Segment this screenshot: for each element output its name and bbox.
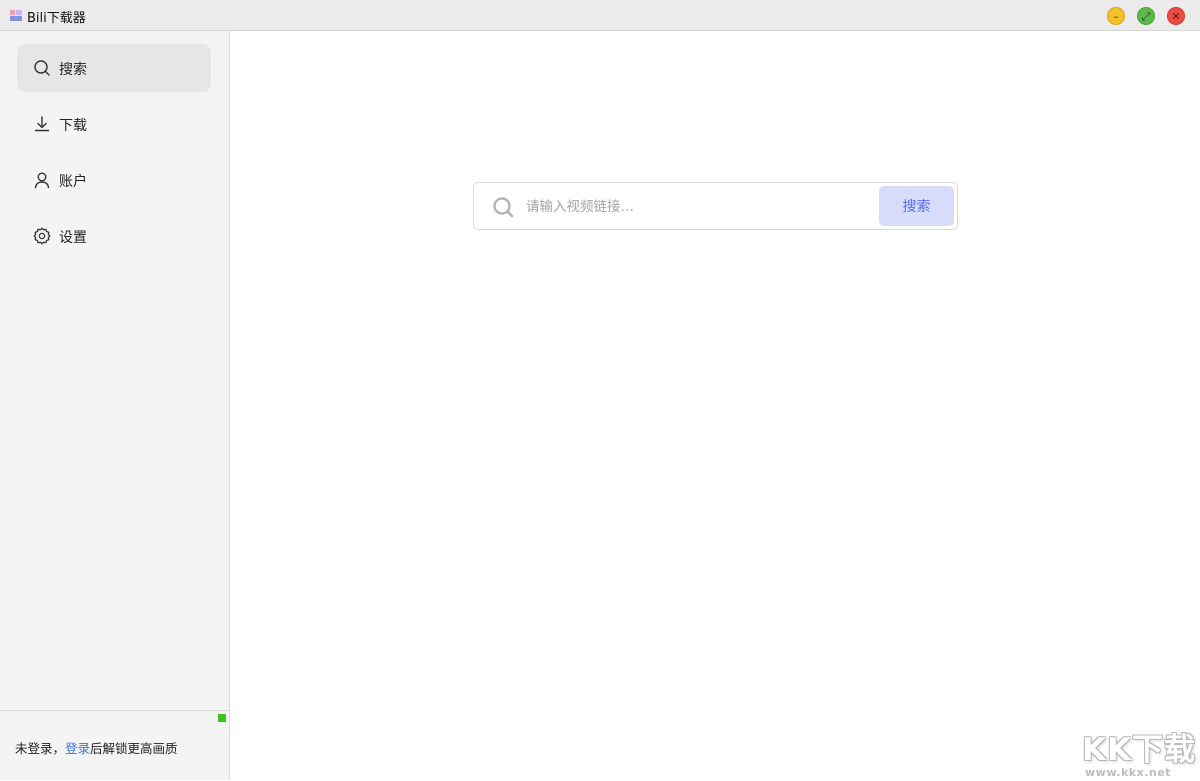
main-content: 搜索 bbox=[230, 31, 1200, 780]
minimize-button[interactable]: – bbox=[1107, 7, 1125, 25]
search-icon bbox=[493, 197, 514, 218]
login-hint-prefix: 未登录， bbox=[15, 741, 66, 756]
sidebar-item-search[interactable]: 搜索 bbox=[17, 44, 211, 92]
download-icon bbox=[34, 116, 50, 132]
search-input[interactable] bbox=[524, 191, 878, 223]
watermark-logo: KK下载 bbox=[1082, 732, 1197, 768]
sidebar-item-label: 设置 bbox=[59, 230, 87, 246]
user-icon bbox=[34, 172, 50, 189]
title-bar: Bili下载器 – ⤢ ✕ bbox=[0, 0, 1200, 31]
sidebar-item-label: 搜索 bbox=[59, 62, 87, 78]
app-icon bbox=[10, 10, 22, 21]
sidebar-item-label: 下载 bbox=[59, 118, 87, 134]
sidebar-item-account[interactable]: 账户 bbox=[17, 156, 211, 204]
sidebar: 搜索 下载 账户 设置 未登录，登录后解锁更高画质 bbox=[0, 31, 230, 780]
watermark-url: www.kkx.net bbox=[1085, 766, 1171, 779]
status-indicator bbox=[218, 714, 226, 722]
sidebar-item-download[interactable]: 下载 bbox=[17, 100, 211, 148]
search-box: 搜索 bbox=[473, 182, 958, 230]
login-hint-suffix: 后解锁更高画质 bbox=[90, 741, 178, 756]
login-link[interactable]: 登录 bbox=[65, 741, 90, 756]
sidebar-footer: 未登录，登录后解锁更高画质 bbox=[0, 710, 229, 781]
sidebar-item-label: 账户 bbox=[59, 174, 87, 190]
login-hint: 未登录，登录后解锁更高画质 bbox=[15, 738, 178, 757]
minimize-icon: – bbox=[1113, 9, 1119, 23]
maximize-icon: ⤢ bbox=[1141, 9, 1151, 23]
close-icon: ✕ bbox=[1171, 9, 1181, 23]
sidebar-item-settings[interactable]: 设置 bbox=[17, 212, 211, 260]
watermark: KK下载 www.kkx.net bbox=[1082, 724, 1200, 780]
window-title: Bili下载器 bbox=[27, 11, 86, 26]
maximize-button[interactable]: ⤢ bbox=[1137, 7, 1155, 25]
search-icon bbox=[34, 60, 50, 76]
close-button[interactable]: ✕ bbox=[1167, 7, 1185, 25]
gear-icon bbox=[33, 227, 51, 245]
search-button[interactable]: 搜索 bbox=[879, 186, 954, 226]
